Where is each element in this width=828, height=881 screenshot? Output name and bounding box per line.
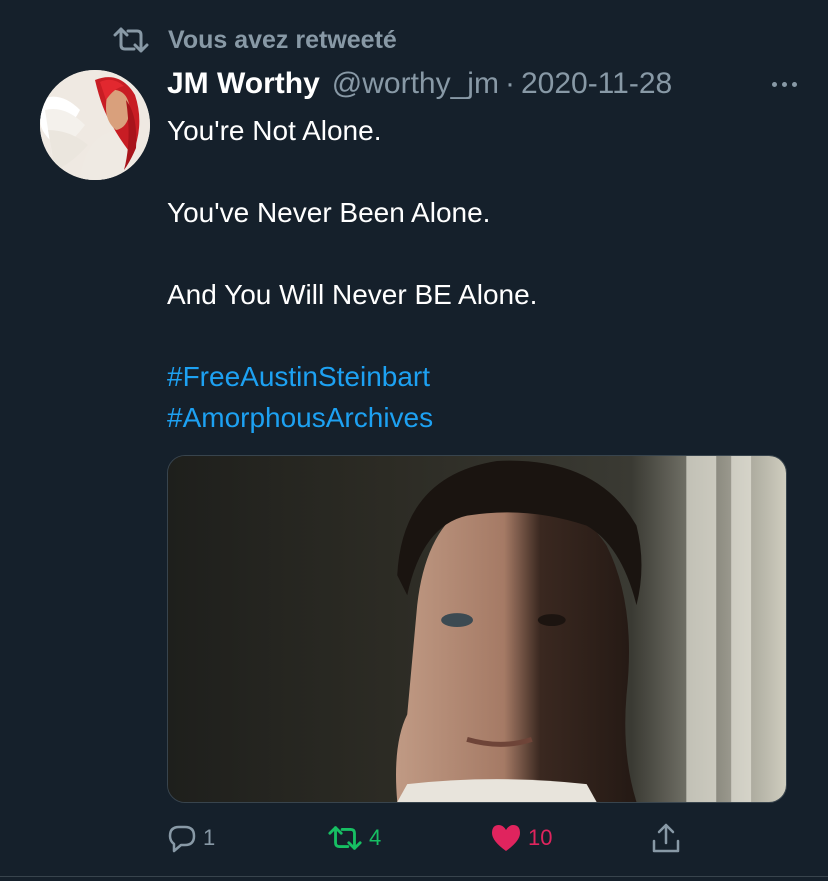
author-display-name[interactable]: JM Worthy — [167, 67, 320, 101]
share-button[interactable] — [651, 818, 681, 858]
hashtag-link[interactable]: #AmorphousArchives — [167, 397, 787, 438]
reply-count: 1 — [203, 825, 216, 850]
header-separator: · — [504, 67, 515, 100]
heart-icon — [492, 825, 520, 851]
tweet-text-line: And You Will Never BE Alone. — [167, 279, 538, 310]
reply-button[interactable]: 1 — [167, 818, 215, 858]
tweet-actions: 1 4 10 — [167, 818, 707, 858]
tweet-header: JM Worthy @worthy_jm · 2020-11-28 — [167, 64, 804, 104]
avatar[interactable] — [40, 70, 150, 180]
retweet-icon — [328, 826, 362, 850]
more-icon[interactable] — [764, 68, 804, 100]
like-count: 10 — [528, 825, 553, 850]
tweet-date[interactable]: 2020-11-28 — [521, 67, 672, 101]
retweet-context: Vous avez retweeté — [112, 24, 397, 56]
retweet-context-label: Vous avez retweeté — [168, 25, 397, 54]
tweet-media[interactable] — [167, 455, 787, 803]
divider — [0, 876, 828, 877]
media-image — [168, 456, 786, 802]
tweet[interactable]: Vous avez retweeté JM Worthy @worthy_jm … — [0, 0, 828, 881]
retweet-button[interactable]: 4 — [327, 818, 381, 858]
retweet-icon — [113, 27, 149, 53]
tweet-text-line: You've Never Been Alone. — [167, 197, 491, 228]
hashtag-link[interactable]: #FreeAustinSteinbart — [167, 356, 787, 397]
share-icon — [652, 823, 680, 853]
tweet-text: You're Not Alone. You've Never Been Alon… — [167, 110, 787, 438]
author-handle[interactable]: @worthy_jm — [332, 67, 499, 101]
reply-icon — [168, 825, 196, 853]
like-button[interactable]: 10 — [490, 818, 552, 858]
tweet-text-line: You're Not Alone. — [167, 115, 382, 146]
retweet-count: 4 — [369, 825, 382, 850]
avatar-image — [40, 70, 150, 180]
